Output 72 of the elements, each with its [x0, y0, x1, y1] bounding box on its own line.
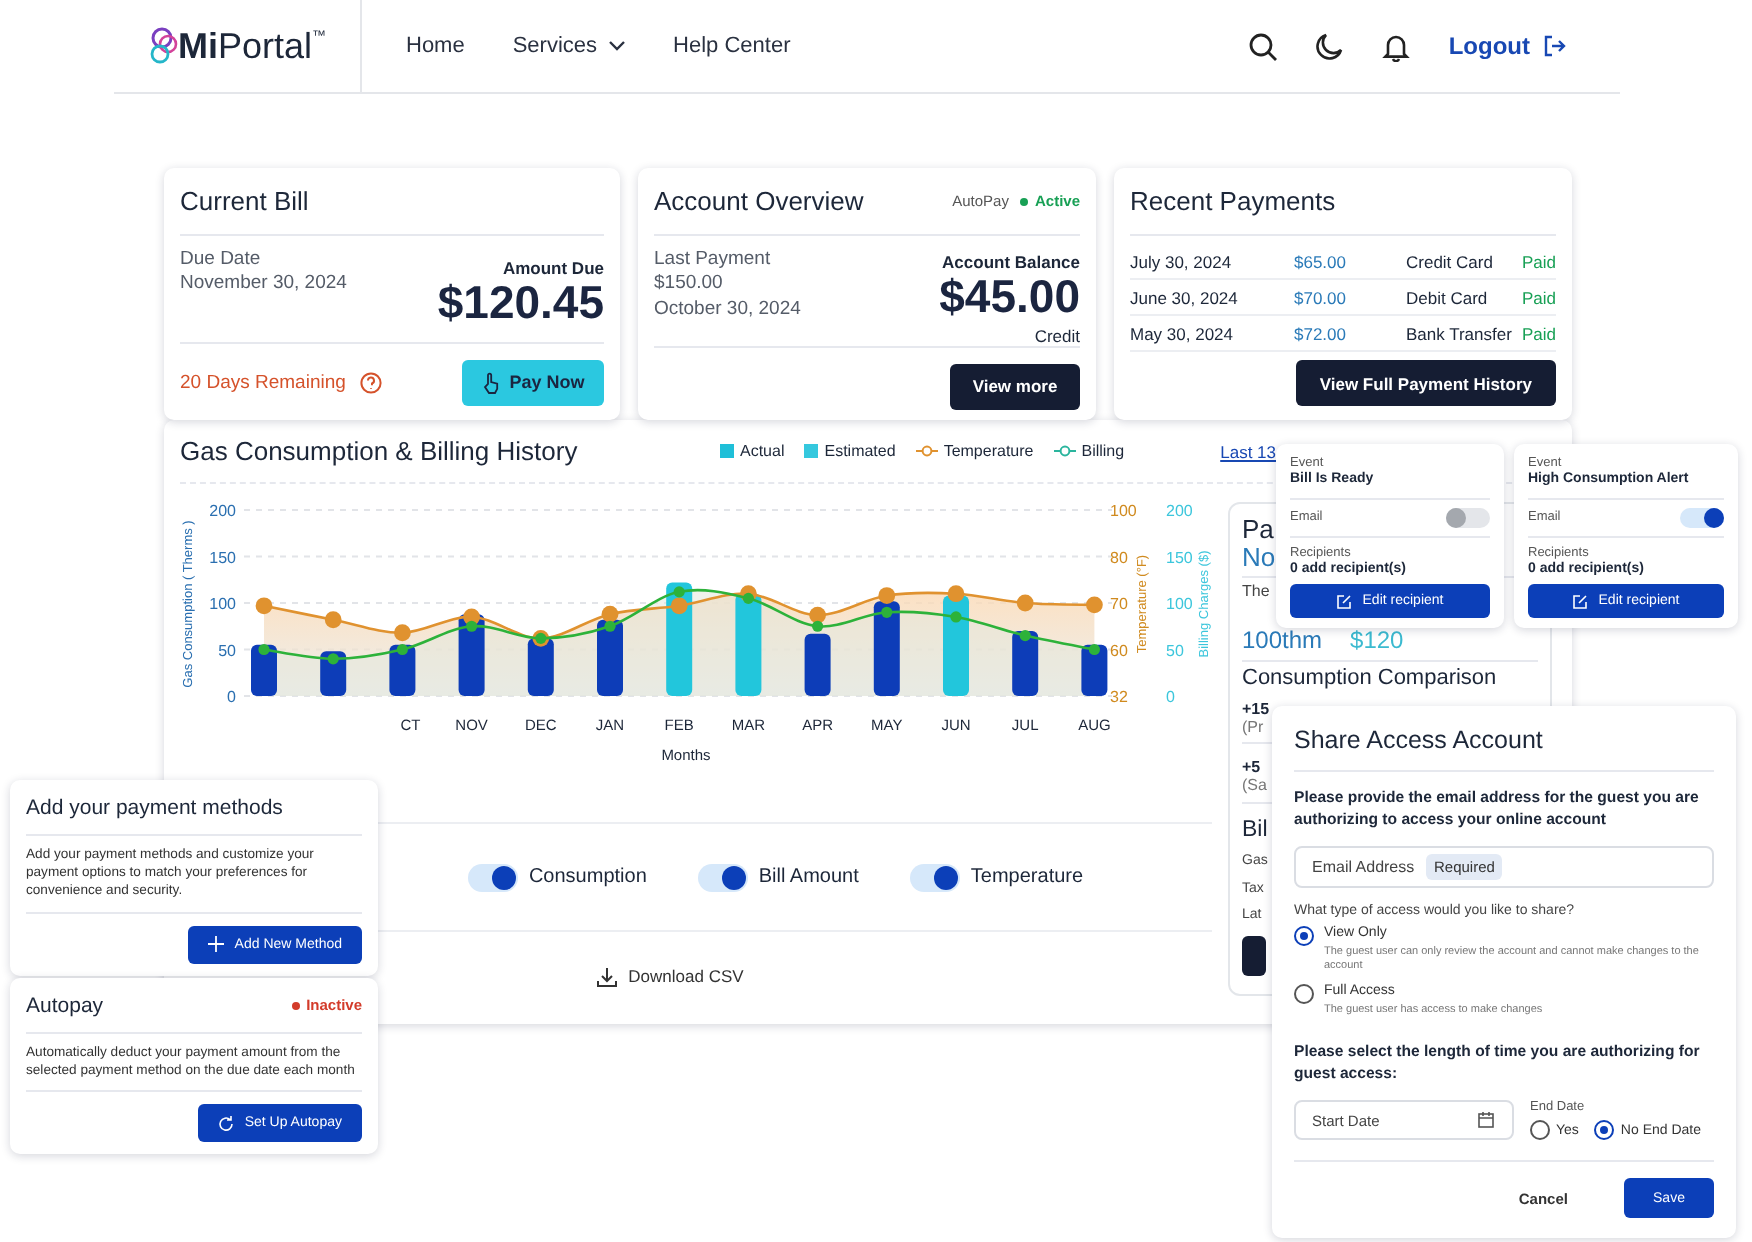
legend-label: Billing [1081, 442, 1125, 460]
payment-status: Paid [1521, 251, 1556, 271]
last-payment-label: Last Payment [654, 248, 773, 273]
download-link[interactable]: Download CSV [628, 966, 744, 986]
axis-tick-label: 0 [1166, 688, 1175, 706]
nav-link[interactable]: Services [512, 34, 626, 58]
payment-date: June 30, 2024 [1130, 287, 1240, 307]
axis-tick-label: 50 [218, 641, 236, 660]
panel-heading: Consumption Comparison [1242, 668, 1497, 692]
chart-title: Gas Consumption & Billing History [180, 436, 580, 466]
amount-due: $120.45 [437, 278, 604, 329]
comparison-value: +5 [1242, 760, 1261, 778]
comparison-value: +15 [1242, 701, 1270, 720]
payment-amount: $72.00 [1294, 323, 1348, 343]
axis-tick-label: 200 [209, 502, 236, 520]
panel-heading: Bil [1242, 818, 1268, 843]
card-title: Account Overview [654, 186, 864, 216]
nav-link[interactable]: Home [406, 34, 465, 58]
due-date-label: Due Date [180, 248, 263, 273]
axis-tick-label: 200 [1166, 502, 1193, 520]
view-more-button[interactable]: View more [950, 363, 1080, 410]
axis-tick-label: 150 [209, 548, 236, 567]
comparison-note: (Pr [1242, 719, 1264, 737]
payment-date: May 30, 2024 [1130, 323, 1236, 343]
balance-label: Account Balance [940, 252, 1080, 272]
balance-note: Credit [1032, 326, 1080, 347]
panel-title: Pa [1242, 516, 1274, 544]
toggle-label: Bill Amount [758, 866, 859, 888]
payment-method: Debit Card [1406, 287, 1490, 307]
card-title: Recent Payments [1130, 184, 1338, 220]
toggle-label: Temperature [970, 866, 1084, 888]
legend-label: Estimated [824, 442, 896, 460]
toggle-label: Consumption [528, 866, 647, 888]
payment-history-button[interactable]: View Full Payment History [1295, 360, 1556, 406]
nav-link[interactable]: Help Center [673, 34, 791, 58]
legend-label: Temperature [943, 442, 1034, 460]
amount-label: Amount Due [500, 258, 604, 278]
card-title: Autopay [26, 993, 104, 1017]
last-payment-amount: $150.00 [654, 272, 725, 298]
payment-amount: $65.00 [1294, 251, 1348, 271]
payment-method: Credit Card [1406, 251, 1495, 271]
usage-reading: 100thm [1242, 628, 1323, 655]
payment-method: Bank Transfer [1406, 323, 1514, 343]
axis-tick-label: 150 [1166, 548, 1193, 567]
account-balance: $45.00 [939, 272, 1080, 323]
legend-label: Actual [740, 442, 785, 460]
axis-tick-label: 70 [1110, 595, 1128, 613]
comparison-note: (Sa [1242, 778, 1267, 796]
days-remaining: 20 Days Remaining [180, 371, 346, 393]
payment-status: Paid [1521, 287, 1556, 307]
axis-tick-label: 100 [1166, 595, 1193, 613]
dialog-title: Share Access Account [1294, 726, 1545, 758]
logo-text: MiPortal$^{™}$ [178, 25, 327, 67]
axis-tick-label: 0 [227, 688, 236, 706]
axis-tick-label: 32 [1110, 688, 1128, 706]
due-date: November 30, 2024 [180, 272, 347, 298]
axis-tick-label: 100 [1110, 502, 1137, 520]
axis-tick-label: 60 [1110, 641, 1128, 660]
axis-tick-label: 50 [1166, 641, 1184, 660]
last-payment-date: October 30, 2024 [654, 297, 801, 323]
card-title: Add your payment methods [26, 793, 285, 823]
card-title: Current Bill [180, 184, 311, 220]
logout-link[interactable]: Logout [1448, 32, 1566, 60]
range-link[interactable]: Last 13 [1220, 441, 1276, 461]
axis-tick-label: 100 [209, 595, 236, 613]
payment-amount: $70.00 [1294, 287, 1348, 307]
panel-label: The [1242, 584, 1270, 603]
pay-now-button[interactable]: Pay Now [462, 359, 604, 405]
payment-status: Paid [1521, 323, 1556, 343]
usage-cost: $120 [1350, 628, 1404, 655]
axis-tick-label: 80 [1110, 548, 1128, 567]
payment-date: July 30, 2024 [1130, 251, 1234, 271]
